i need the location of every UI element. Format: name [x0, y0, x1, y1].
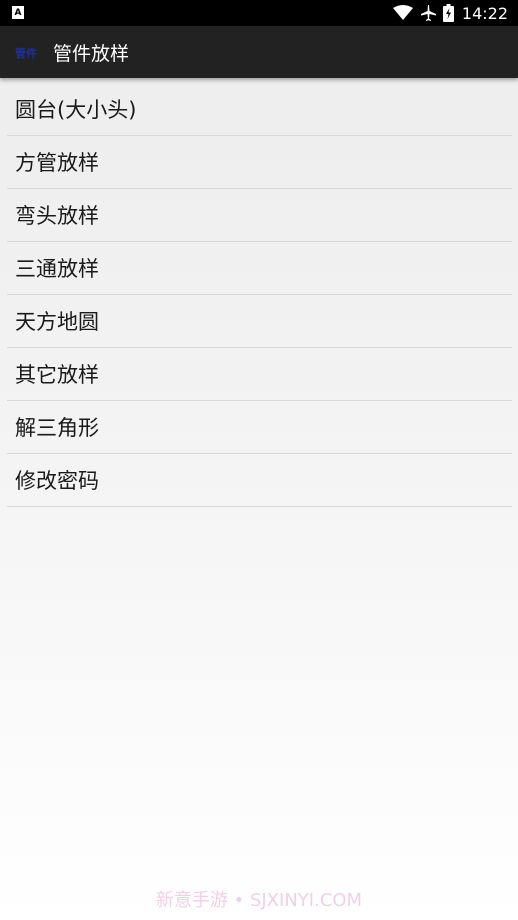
menu-item-tee[interactable]: 三通放样	[7, 242, 512, 295]
menu-item-change-password[interactable]: 修改密码	[7, 454, 512, 507]
app-title: 管件放样	[53, 43, 130, 65]
menu-item-other[interactable]: 其它放样	[7, 348, 512, 401]
airplane-icon	[419, 4, 437, 22]
menu-list: 圆台(大小头) 方管放样 弯头放样 三通放样 天方地圆 其它放样 解三角形 修改…	[7, 83, 512, 507]
watermark: 新意手游 • SJXINYI.COM	[155, 890, 363, 911]
menu-item-triangle-solver[interactable]: 解三角形	[7, 401, 512, 454]
status-icons: 14:22	[392, 0, 508, 26]
wifi-icon	[392, 5, 413, 21]
status-bar: A 14:22	[0, 0, 518, 26]
menu-item-elbow[interactable]: 弯头放样	[7, 189, 512, 242]
menu-item-square-to-round[interactable]: 天方地圆	[7, 295, 512, 348]
app-bar: 管件 管件放样	[0, 26, 518, 78]
battery-icon	[442, 4, 454, 22]
status-time: 14:22	[461, 3, 508, 23]
notification-icon: A	[12, 6, 24, 19]
menu-item-frustum[interactable]: 圆台(大小头)	[7, 83, 512, 136]
menu-item-square-pipe[interactable]: 方管放样	[7, 136, 512, 189]
app-logo-icon[interactable]: 管件	[15, 45, 37, 61]
